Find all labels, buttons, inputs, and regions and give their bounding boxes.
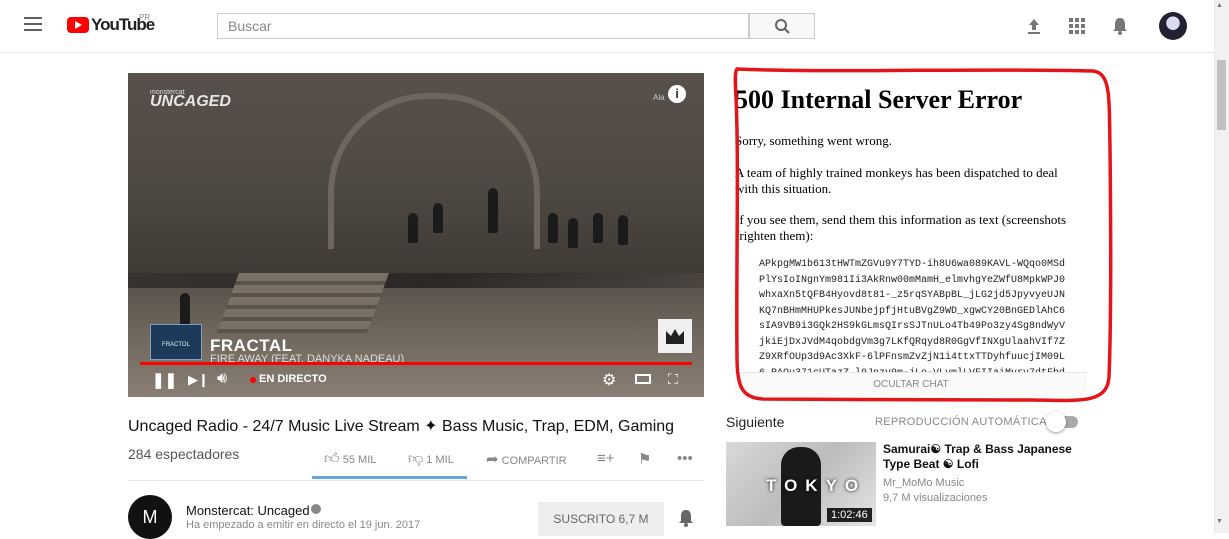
thumbs-down-icon: 👎︎ <box>408 450 424 467</box>
share-button[interactable]: ➦ COMPARTIR <box>486 450 567 468</box>
upload-icon[interactable] <box>1026 17 1042 35</box>
share-label: COMPARTIR <box>501 455 567 467</box>
dislike-count: 1 MIL <box>426 454 454 466</box>
autoplay-label: REPRODUCCIÓN AUTOMÁTICA <box>875 416 1047 428</box>
user-avatar[interactable] <box>1159 12 1187 40</box>
settings-gear-icon[interactable]: ⚙ <box>602 370 616 390</box>
related-video-title[interactable]: Samurai☯ Trap & Bass Japanese Type Beat … <box>883 442 1083 472</box>
more-actions-button[interactable]: ••• <box>677 450 693 467</box>
scroll-down-arrow-icon[interactable]: ▼ <box>1216 518 1223 525</box>
youtube-logo-icon[interactable] <box>67 17 89 33</box>
logo-country-code: PR <box>139 13 151 22</box>
scrollbar-thumb[interactable] <box>1217 60 1226 130</box>
viewer-count: 284 espectadores <box>128 446 240 462</box>
video-title: Uncaged Radio - 24/7 Music Live Stream ✦… <box>128 418 675 435</box>
stream-start-date: Ha empezado a emitir en directo el 19 ju… <box>186 519 421 531</box>
video-player[interactable]: monstercat UNCAGED Ala i FRACTOL FRACTAL… <box>128 73 704 397</box>
menu-icon[interactable] <box>24 17 42 31</box>
live-dot-icon <box>250 377 256 383</box>
dislike-button[interactable]: 👎︎ 1 MIL <box>408 450 454 468</box>
report-button[interactable]: ⚑ <box>638 450 651 468</box>
channel-watermark: UNCAGED <box>150 93 231 110</box>
search-button[interactable] <box>749 13 815 39</box>
related-video-thumbnail[interactable]: TOKYO 1:02:46 <box>726 442 876 526</box>
channel-name[interactable]: Monstercat: Uncaged <box>186 503 310 518</box>
theater-mode-icon[interactable] <box>635 374 651 384</box>
video-duration: 1:02:46 <box>827 508 872 522</box>
up-next-label: Siguiente <box>726 414 785 430</box>
track-artwork: FRACTOL <box>150 324 202 360</box>
channel-notifications-bell-icon[interactable] <box>678 509 694 531</box>
apps-grid-icon[interactable] <box>1069 18 1085 34</box>
autoplay-toggle-knob[interactable] <box>1046 412 1066 432</box>
like-ratio-bar <box>312 476 467 479</box>
playlist-add-icon: ≡+ <box>597 450 615 467</box>
volume-icon[interactable]: 🔊︎ <box>217 370 227 388</box>
related-video-channel[interactable]: Mr_MoMo Music <box>883 477 964 489</box>
share-arrow-icon: ➦ <box>486 451 499 468</box>
like-count: 55 MIL <box>342 454 377 466</box>
subscribe-button[interactable]: SUSCRITO 6,7 M <box>538 502 664 536</box>
monstercat-logo-icon <box>658 319 692 353</box>
next-icon[interactable]: ▶❙ <box>188 372 209 388</box>
fullscreen-icon[interactable]: ⛶ <box>668 371 678 388</box>
scroll-up-arrow-icon[interactable]: ▲ <box>1216 2 1223 9</box>
video-frame-stairs <box>217 273 389 333</box>
related-video-views: 9,7 M visualizaciones <box>883 492 988 504</box>
notifications-bell-icon[interactable] <box>1112 17 1128 35</box>
add-to-playlist-button[interactable]: ≡+ <box>597 450 615 467</box>
pause-icon[interactable]: ❚❚ <box>152 371 177 389</box>
verified-icon <box>311 504 321 514</box>
flag-icon: ⚑ <box>638 451 652 468</box>
live-label[interactable]: EN DIRECTO <box>259 373 327 385</box>
divider <box>128 480 704 481</box>
progress-bar[interactable] <box>140 362 692 365</box>
video-author-overlay: Ala <box>653 93 665 102</box>
info-icon[interactable]: i <box>668 85 686 103</box>
search-icon <box>775 19 790 34</box>
like-button[interactable]: 👍︎ 55 MIL <box>324 450 376 468</box>
channel-avatar[interactable]: M <box>128 495 172 539</box>
search-input[interactable] <box>217 13 749 39</box>
thumbs-up-icon: 👍︎ <box>324 450 340 467</box>
thumbnail-text: TOKYO <box>766 476 867 495</box>
red-annotation-outline <box>733 67 1113 403</box>
more-horizontal-icon: ••• <box>677 450 693 467</box>
